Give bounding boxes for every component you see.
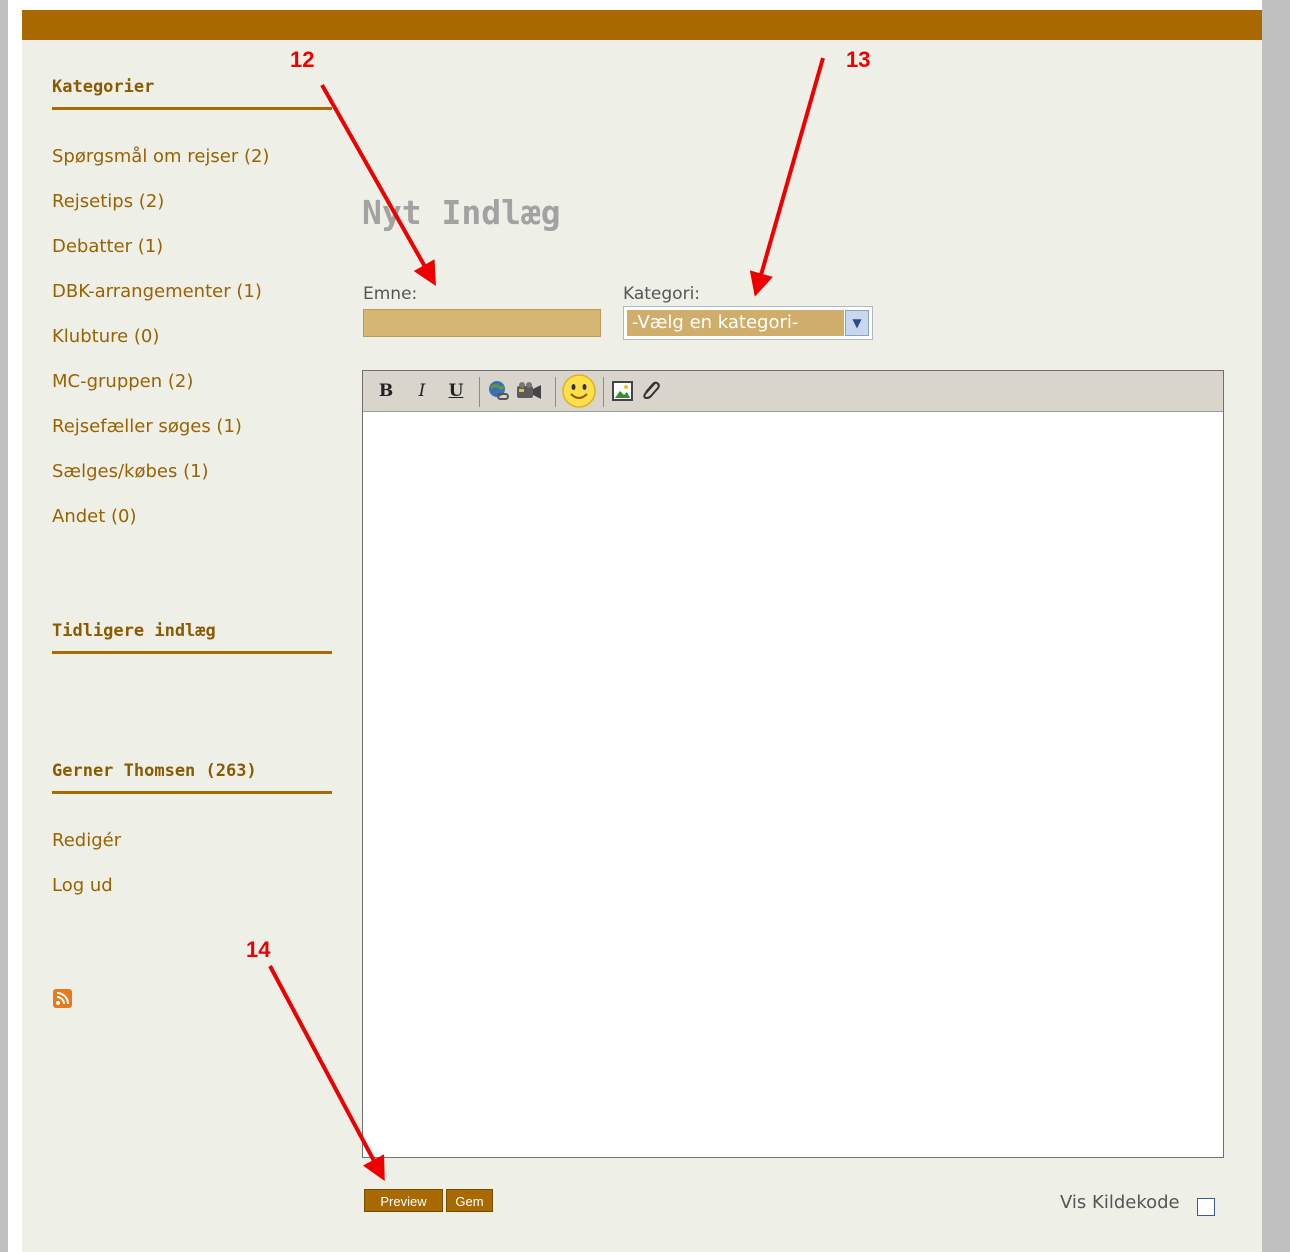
annotation-arrow-13 bbox=[749, 57, 825, 297]
annotation-arrows bbox=[268, 57, 825, 1182]
annotation-arrow-12 bbox=[320, 84, 436, 286]
annotation-arrow-14 bbox=[268, 965, 385, 1182]
